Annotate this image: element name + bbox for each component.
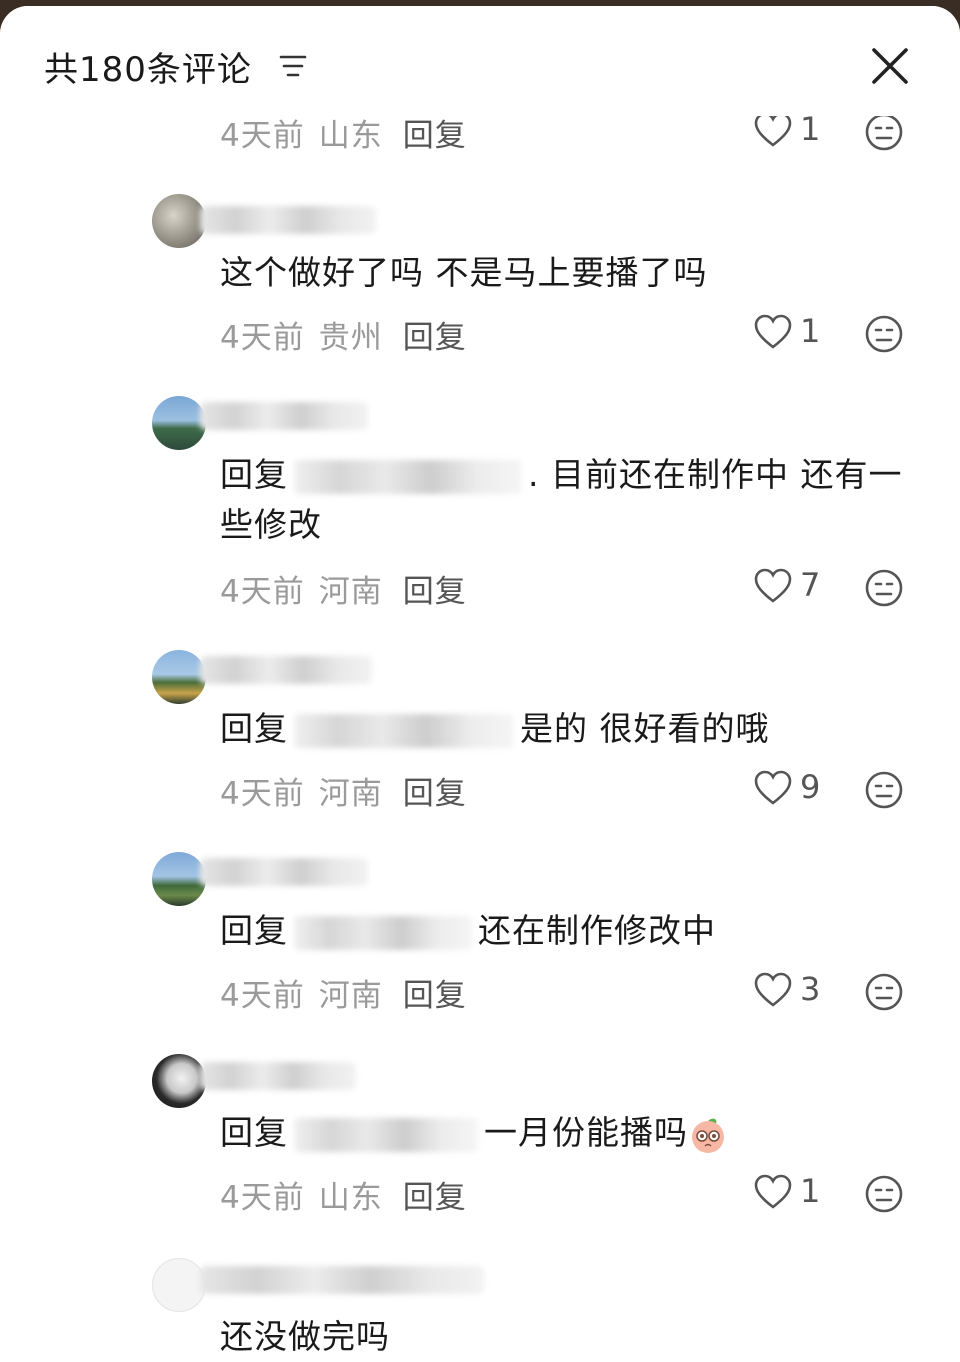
comment-region: 贵州 (318, 320, 383, 356)
neutral-face-icon[interactable] (864, 1174, 904, 1214)
reply-button[interactable]: 回复 (403, 320, 467, 356)
neutral-face-icon[interactable] (864, 112, 904, 152)
comment-body: 还在制作修改中 (478, 911, 716, 950)
comment-time: 4天前 (220, 574, 305, 610)
mention-blurred[interactable] (294, 915, 472, 950)
like-button[interactable]: 7 (754, 566, 834, 606)
username-blurred[interactable] (200, 858, 368, 886)
reply-prefix: 回复 (220, 911, 288, 950)
avatar[interactable] (152, 650, 206, 704)
comment-meta: 4天前 贵州 回复 (220, 312, 467, 357)
like-button[interactable]: 3 (754, 970, 834, 1010)
mention-blurred[interactable] (294, 1117, 478, 1152)
comment-count-title: 共180条评论 (44, 50, 252, 90)
heart-outline-icon (754, 972, 792, 1007)
comment-text: 这个做好了吗 不是马上要播了吗 (220, 253, 708, 292)
reply-button[interactable]: 回复 (403, 1180, 467, 1216)
comment-meta: 4天前 山东 回复 (220, 110, 467, 155)
heart-outline-icon (754, 568, 792, 603)
reply-button[interactable]: 回复 (403, 118, 467, 154)
reply-button[interactable]: 回复 (403, 574, 467, 610)
like-count: 7 (800, 566, 821, 604)
username-blurred[interactable] (200, 656, 372, 684)
heart-outline-icon (754, 314, 792, 349)
comment-text: 回复 一月份能播吗 (220, 1108, 930, 1158)
comments-header: 共180条评论 (0, 6, 960, 116)
comment-text: 回复 还在制作修改中 (220, 906, 930, 956)
neutral-face-icon[interactable] (864, 770, 904, 810)
comment-time: 4天前 (220, 118, 305, 154)
username-blurred[interactable] (200, 206, 376, 234)
comment-body: 一月份能播吗 (484, 1113, 688, 1152)
neutral-face-icon[interactable] (864, 568, 904, 608)
heart-outline-icon (754, 112, 792, 147)
comment-meta: 4天前 山东 回复 (220, 1172, 467, 1217)
mention-blurred[interactable] (294, 713, 514, 748)
neutral-face-icon[interactable] (864, 314, 904, 354)
comment-time: 4天前 (220, 1180, 305, 1216)
comment-region: 河南 (318, 776, 383, 812)
like-count: 1 (800, 1172, 821, 1210)
comment-meta: 4天前 河南 回复 (220, 566, 467, 611)
like-button[interactable]: 1 (754, 110, 834, 150)
comment-body: 是的 很好看的哦 (520, 709, 770, 748)
mention-blurred[interactable] (294, 459, 522, 494)
comment-region: 河南 (318, 574, 383, 610)
comment-region: 山东 (318, 118, 383, 154)
comment-time: 4天前 (220, 320, 305, 356)
comment-meta: 4天前 河南 回复 (220, 970, 467, 1015)
peach-emoji-icon (692, 1118, 724, 1153)
comment-list[interactable]: 4天前山东回复 1 这个做好了吗 不是马上要播了吗 4天前贵州回复 1 (0, 6, 960, 1362)
close-icon[interactable] (868, 44, 912, 88)
avatar[interactable] (152, 852, 206, 906)
like-button[interactable]: 9 (754, 768, 834, 808)
username-blurred[interactable] (200, 1062, 356, 1090)
avatar[interactable] (152, 1054, 206, 1108)
comment-time: 4天前 (220, 978, 305, 1014)
username-blurred[interactable] (200, 402, 368, 430)
comment-meta: 4天前 河南 回复 (220, 768, 467, 813)
avatar[interactable] (152, 194, 206, 248)
reply-prefix: 回复 (220, 1113, 288, 1152)
like-count: 1 (800, 312, 821, 350)
comment-region: 河南 (318, 978, 383, 1014)
sort-lines-icon[interactable] (278, 51, 308, 81)
heart-outline-icon (754, 1174, 792, 1209)
comment-region: 山东 (318, 1180, 383, 1216)
reply-prefix: 回复 (220, 455, 288, 494)
username-blurred[interactable] (200, 1266, 484, 1294)
like-button[interactable]: 1 (754, 312, 834, 352)
reply-button[interactable]: 回复 (403, 978, 467, 1014)
like-count: 9 (800, 768, 821, 806)
comment-text: 回复. 目前还在制作中 还有一些修改 (220, 450, 930, 550)
comments-sheet: 4天前山东回复 1 这个做好了吗 不是马上要播了吗 4天前贵州回复 1 (0, 6, 960, 1362)
reply-prefix: 回复 (220, 709, 288, 748)
like-button[interactable]: 1 (754, 1172, 834, 1212)
reply-button[interactable]: 回复 (403, 776, 467, 812)
comment-text: 回复 是的 很好看的哦 (220, 704, 930, 754)
avatar[interactable] (152, 396, 206, 450)
like-count: 3 (800, 970, 821, 1008)
comment-time: 4天前 (220, 776, 305, 812)
heart-outline-icon (754, 770, 792, 805)
avatar[interactable] (152, 1258, 206, 1312)
neutral-face-icon[interactable] (864, 972, 904, 1012)
comment-text: 还没做完吗 (220, 1317, 390, 1356)
